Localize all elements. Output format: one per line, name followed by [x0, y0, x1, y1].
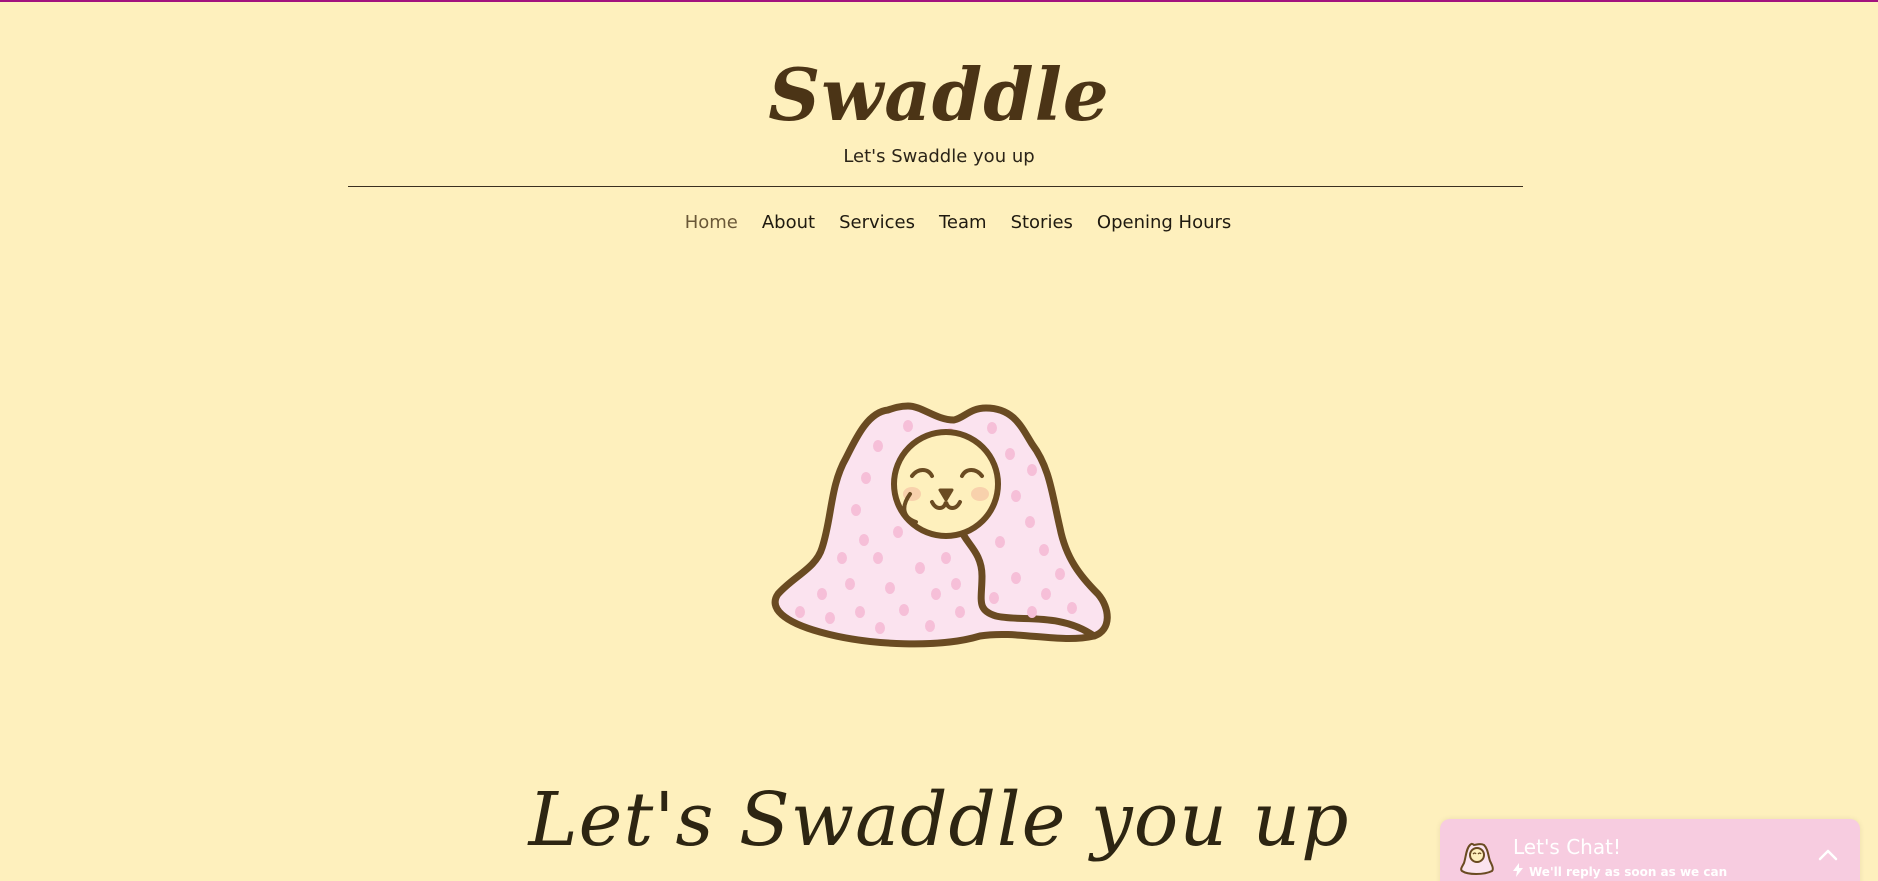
chevron-up-icon[interactable] — [1814, 843, 1842, 867]
swaddled-baby-illustration — [771, 402, 1111, 648]
lightning-icon — [1513, 863, 1523, 881]
chat-title: Let's Chat! — [1513, 835, 1621, 859]
nav-item-home[interactable]: Home — [673, 206, 750, 240]
nav-item-about[interactable]: About — [750, 206, 827, 240]
chat-widget[interactable]: Let's Chat! We'll reply as soon as we ca… — [1440, 819, 1860, 881]
nav-item-stories[interactable]: Stories — [999, 206, 1085, 240]
header-divider — [348, 186, 1523, 187]
nav-item-opening-hours[interactable]: Opening Hours — [1085, 206, 1243, 240]
chat-subtitle: We'll reply as soon as we can — [1529, 865, 1728, 879]
nav-item-team[interactable]: Team — [927, 206, 999, 240]
site-header: Swaddle Let's Swaddle you up Home About … — [0, 0, 1878, 240]
hero-illustration — [760, 398, 1120, 668]
nav-list: Home About Services Team Stories Opening… — [635, 206, 1244, 240]
nav-item-services[interactable]: Services — [827, 206, 927, 240]
main-nav: Home About Services Team Stories Opening… — [0, 206, 1878, 240]
swaddled-baby-avatar-icon — [1458, 839, 1496, 877]
site-tagline: Let's Swaddle you up — [843, 146, 1035, 167]
chat-subtitle-row: We'll reply as soon as we can — [1513, 863, 1727, 881]
site-title[interactable]: Swaddle — [0, 50, 1878, 140]
